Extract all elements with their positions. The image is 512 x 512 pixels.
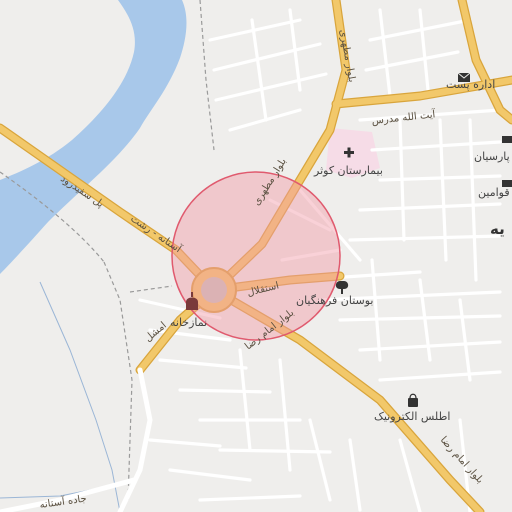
label-place-name: یه [490,220,505,238]
map-canvas[interactable]: پل سفیدرود آستانه - رشت بلوار مطهری بلوا… [0,0,512,512]
label-post-office[interactable]: اداره پست [446,78,495,91]
label-ghavamin[interactable]: قوامین [478,186,510,199]
label-farhangian-park[interactable]: بوستان فرهنگیان [296,294,373,307]
label-atlas-electronic[interactable]: اطلس الکترونیک [374,410,450,423]
label-prayer-room[interactable]: نمازخانه [170,316,207,329]
label-kowsar-hospital[interactable]: بیمارستان کوثر [313,164,383,177]
map-view[interactable]: پل سفیدرود آستانه - رشت بلوار مطهری بلوا… [0,0,512,512]
label-parsian[interactable]: پارسیان [474,150,510,163]
